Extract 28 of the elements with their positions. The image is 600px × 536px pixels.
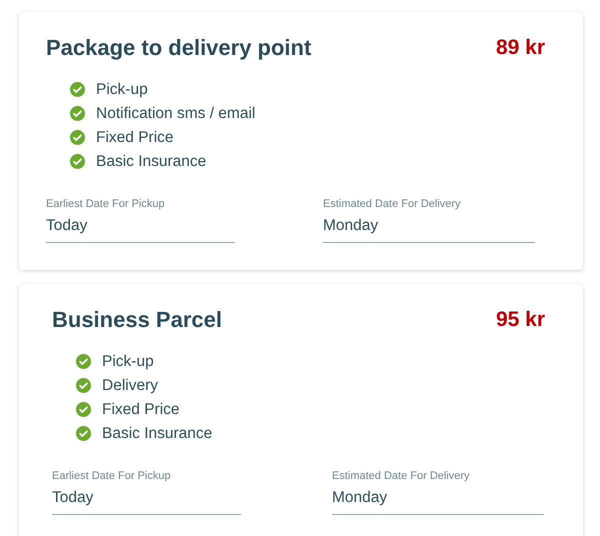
date-field[interactable]: Monday [323,212,535,244]
field-label: Estimated Date For Delivery [323,196,462,212]
feature-text: Fixed Price [102,400,180,420]
feature-text: Notification sms / email [96,104,256,124]
field-label: Earliest Date For Pickup [52,468,172,484]
feature-text: Delivery [102,376,158,396]
date-field[interactable]: Today [52,484,241,516]
check-icon [76,378,91,393]
feature-text: Basic Insurance [96,152,206,172]
service-title: Package to delivery point [46,34,312,61]
check-icon [76,354,91,369]
check-icon [70,130,85,145]
price: 95 kr [496,307,545,333]
date-field[interactable]: Monday [332,484,544,516]
check-icon [70,82,85,97]
feature-text: Pick-up [96,80,148,100]
feature-text: Pick-up [102,352,154,372]
date-field[interactable]: Today [46,212,235,244]
field-label: Earliest Date For Pickup [46,196,166,212]
field-label: Estimated Date For Delivery [332,468,471,484]
feature-text: Fixed Price [96,128,174,148]
check-icon [70,106,85,121]
feature-text: Basic Insurance [102,424,212,444]
service-title: Business Parcel [52,306,222,333]
check-icon [76,426,91,441]
check-icon [70,154,85,169]
check-icon [76,402,91,417]
price: 89 kr [496,35,545,61]
